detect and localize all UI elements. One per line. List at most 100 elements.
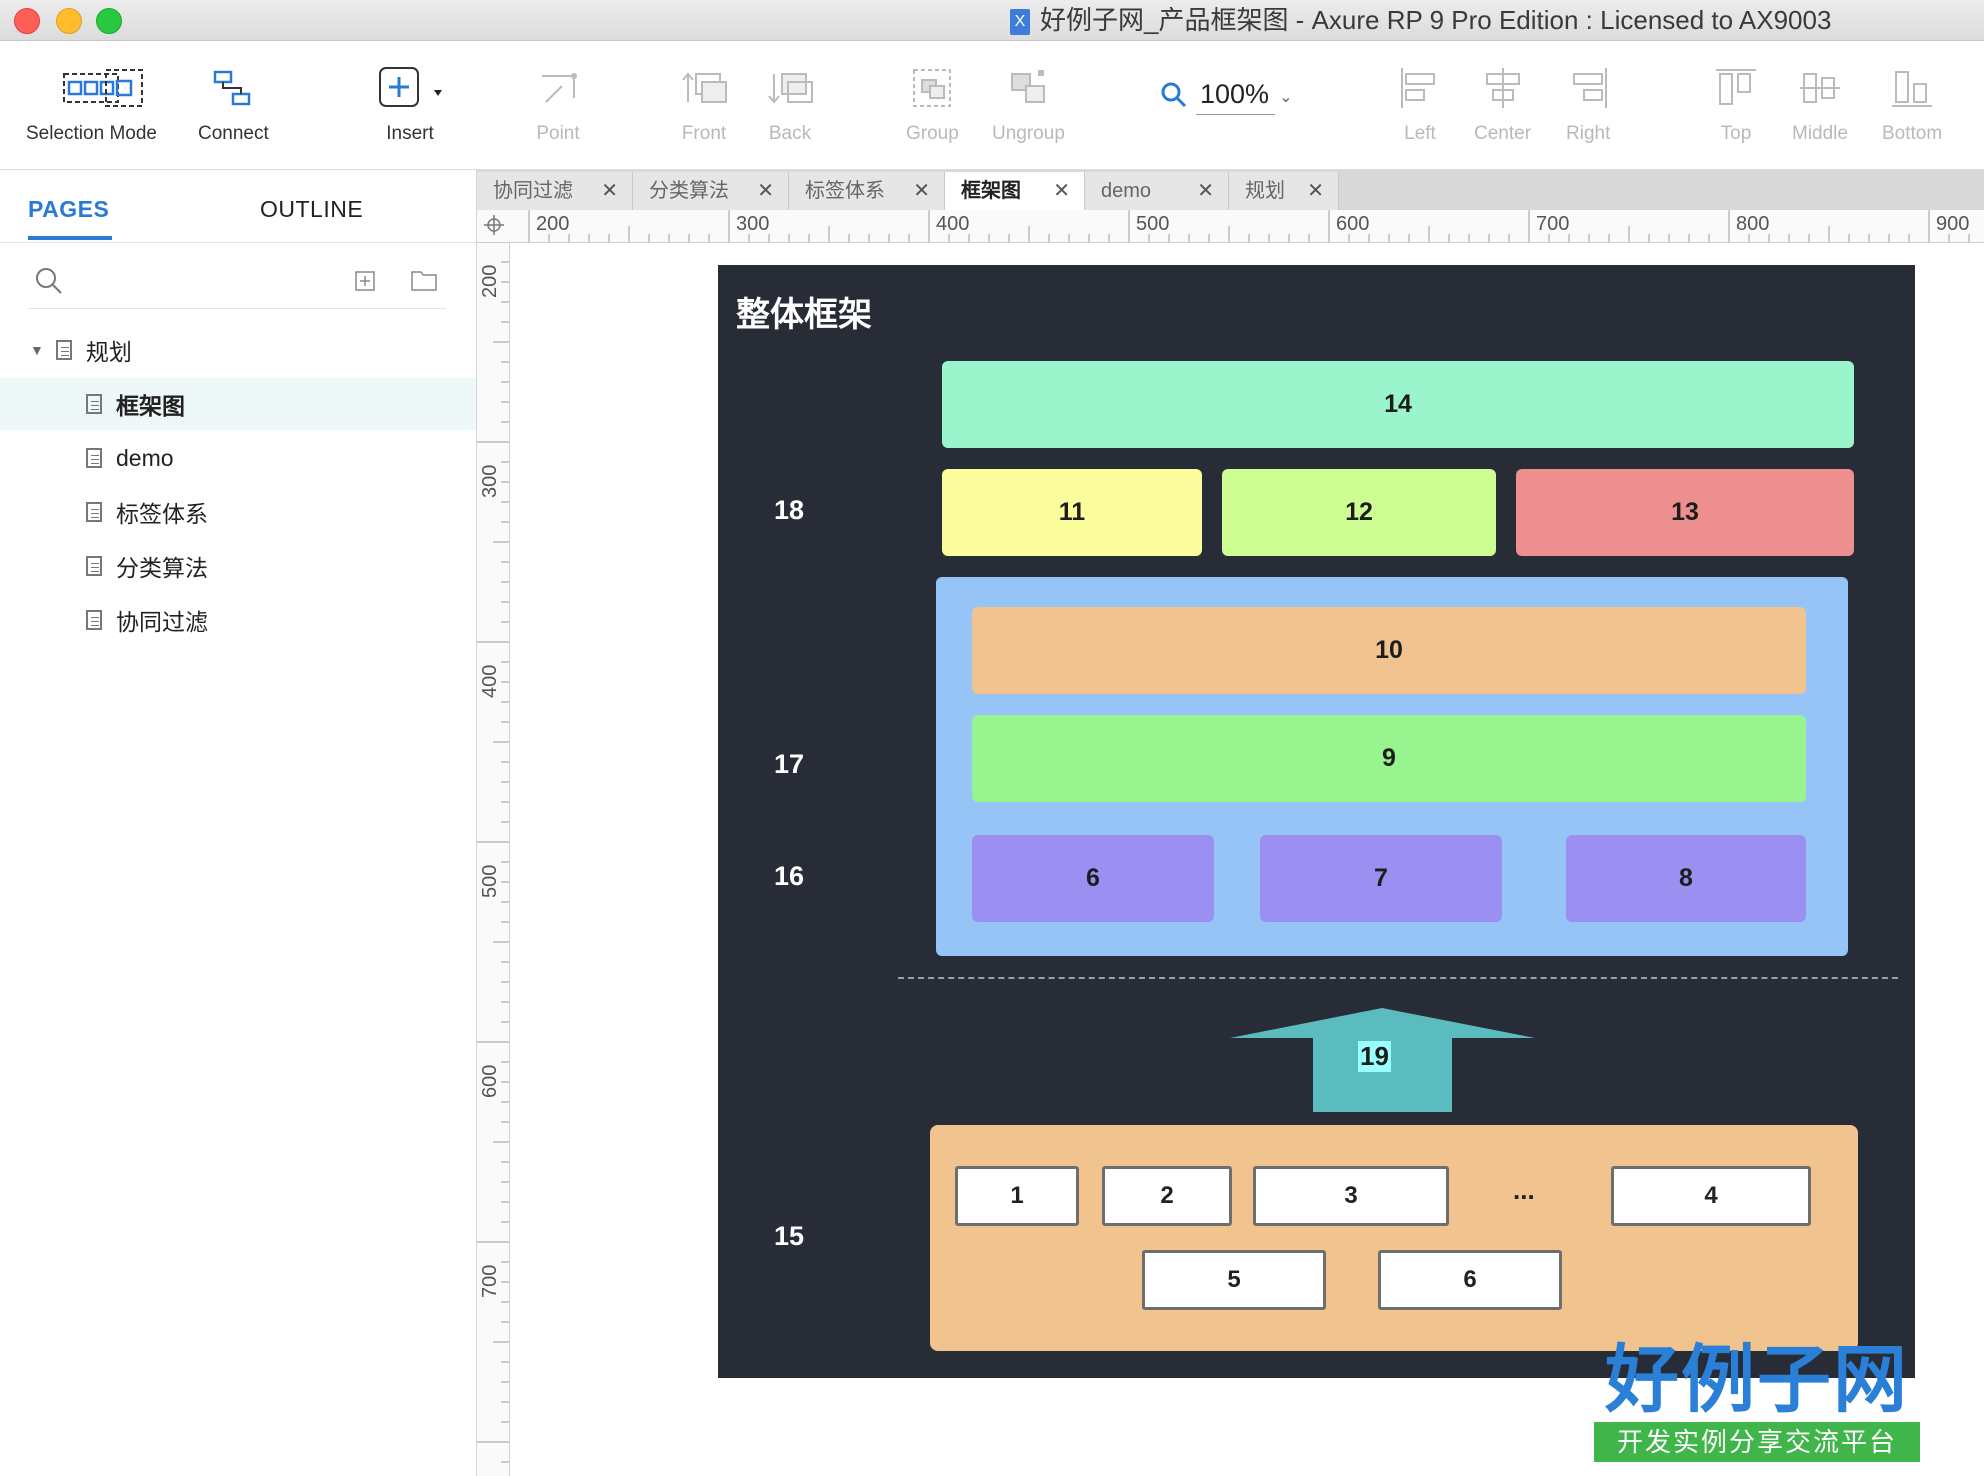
box-14[interactable]: 14 xyxy=(942,361,1854,448)
item-box-4[interactable]: 4 xyxy=(1611,1166,1811,1226)
window-title-text: 好例子网_产品框架图 - Axure RP 9 Pro Edition : Li… xyxy=(1040,5,1832,35)
align-top-button[interactable]: Top xyxy=(1714,59,1758,145)
item-box-1[interactable]: 1 xyxy=(955,1166,1079,1226)
insert-button[interactable]: Insert xyxy=(374,59,446,145)
panel-tabs: PAGES OUTLINE xyxy=(0,170,476,243)
site-logo: 好例子网 开发实例分享交流平台 xyxy=(1594,1338,1920,1470)
box-8[interactable]: 8 xyxy=(1566,835,1806,922)
minimize-window-button[interactable] xyxy=(56,8,82,34)
page-icon xyxy=(86,610,102,630)
ruler-label: 300 xyxy=(736,213,770,235)
box-9[interactable]: 9 xyxy=(972,715,1806,802)
align-bottom-button[interactable]: Bottom xyxy=(1882,59,1942,145)
page-tree-label: 规划 xyxy=(85,339,132,365)
align-middle-icon xyxy=(1792,59,1848,117)
page-tree-item[interactable]: 协同过滤 xyxy=(0,594,476,646)
bring-front-button[interactable]: Front xyxy=(680,59,728,145)
page-tree-item-folder[interactable]: ▼ 规划 xyxy=(0,324,476,376)
align-center-icon xyxy=(1474,59,1531,117)
page-tree-label: demo xyxy=(116,444,174,471)
document-tabs: 协同过滤 ✕ 分类算法 ✕ 标签体系 ✕ 框架图 ✕ demo ✕ 规划 ✕ xyxy=(477,170,1984,210)
close-tab-icon[interactable]: ✕ xyxy=(913,172,930,210)
connect-icon xyxy=(198,59,269,117)
ungroup-button[interactable]: Ungroup xyxy=(992,59,1065,145)
item-box-2[interactable]: 2 xyxy=(1102,1166,1232,1226)
vertical-ruler: 200 300 400 500 600 700 xyxy=(477,242,510,1476)
item-box-6[interactable]: 6 xyxy=(1378,1250,1562,1310)
page-icon xyxy=(86,502,102,522)
search-icon[interactable] xyxy=(34,266,64,301)
tab-page[interactable]: demo ✕ xyxy=(1085,172,1229,210)
box-13[interactable]: 13 xyxy=(1516,469,1854,556)
send-back-button[interactable]: Back xyxy=(766,59,814,145)
selection-contained-icon xyxy=(102,59,146,117)
tab-page[interactable]: 规划 ✕ xyxy=(1229,172,1339,210)
zoom-chevron-down-icon[interactable]: ⌄ xyxy=(1279,87,1292,107)
page-tree-item[interactable]: 分类算法 xyxy=(0,540,476,592)
page-icon xyxy=(86,556,102,576)
page-tree-item[interactable]: 标签体系 xyxy=(0,486,476,538)
tab-page[interactable]: 分类算法 ✕ xyxy=(633,172,789,210)
align-left-icon xyxy=(1398,59,1442,117)
item-box-3[interactable]: 3 xyxy=(1253,1166,1449,1226)
close-tab-icon[interactable]: ✕ xyxy=(1053,172,1070,210)
add-page-icon[interactable] xyxy=(354,270,376,297)
top-label: Top xyxy=(1720,123,1752,144)
align-bottom-icon xyxy=(1882,59,1942,117)
ruler-label: 800 xyxy=(1736,213,1770,235)
selection-mode-label: Selection Mode xyxy=(26,123,157,144)
design-canvas[interactable]: 整体框架 18 17 16 15 14 11 12 13 10 9 6 7 8 … xyxy=(510,243,1984,1476)
align-top-icon xyxy=(1714,59,1758,117)
insert-label: Insert xyxy=(386,123,434,144)
horizontal-ruler: 200 300 400 500 600 700 800 900 xyxy=(477,210,1984,243)
align-right-icon xyxy=(1566,59,1610,117)
page-tree-item[interactable]: demo xyxy=(0,432,476,484)
insert-icon xyxy=(374,59,446,117)
align-left-button[interactable]: Left xyxy=(1398,59,1442,145)
ruler-label: 300 xyxy=(479,464,501,498)
tab-outline[interactable]: OUTLINE xyxy=(260,196,363,223)
tab-label: 协同过滤 xyxy=(493,180,573,202)
close-tab-icon[interactable]: ✕ xyxy=(757,172,774,210)
close-tab-icon[interactable]: ✕ xyxy=(601,172,618,210)
ruler-label: 500 xyxy=(479,864,501,898)
box-11[interactable]: 11 xyxy=(942,469,1202,556)
close-window-button[interactable] xyxy=(14,8,40,34)
box-10[interactable]: 10 xyxy=(972,607,1806,694)
right-label: Right xyxy=(1566,123,1611,144)
container-15[interactable] xyxy=(930,1125,1858,1351)
point-button[interactable]: Point xyxy=(536,59,580,145)
ruler-label: 400 xyxy=(936,213,970,235)
add-folder-icon[interactable] xyxy=(410,268,438,297)
item-box-5[interactable]: 5 xyxy=(1142,1250,1326,1310)
ellipsis-text: ... xyxy=(1513,1175,1535,1205)
connect-button[interactable]: Connect xyxy=(198,59,269,145)
close-tab-icon[interactable]: ✕ xyxy=(1197,172,1214,210)
align-middle-button[interactable]: Middle xyxy=(1792,59,1848,145)
tab-pages[interactable]: PAGES xyxy=(28,196,109,223)
tab-page[interactable]: 协同过滤 ✕ xyxy=(477,172,633,210)
align-right-button[interactable]: Right xyxy=(1566,59,1610,145)
ruler-label: 900 xyxy=(1936,213,1970,235)
align-center-button[interactable]: Center xyxy=(1474,59,1531,145)
ruler-label: 500 xyxy=(1136,213,1170,235)
row-label-16: 16 xyxy=(774,861,805,891)
tab-page[interactable]: 标签体系 ✕ xyxy=(789,172,945,210)
group-button[interactable]: Group xyxy=(906,59,959,145)
tab-page-active[interactable]: 框架图 ✕ xyxy=(945,172,1085,210)
diagram-title: 整体框架 xyxy=(736,296,872,334)
close-tab-icon[interactable]: ✕ xyxy=(1307,172,1324,210)
caret-down-icon[interactable]: ▼ xyxy=(30,342,44,358)
box-7[interactable]: 7 xyxy=(1260,835,1502,922)
zoom-value[interactable]: 100% xyxy=(1196,79,1276,115)
framework-diagram[interactable]: 整体框架 18 17 16 15 14 11 12 13 10 9 6 7 8 … xyxy=(718,265,1915,1378)
ruler-label: 700 xyxy=(1536,213,1570,235)
box-12[interactable]: 12 xyxy=(1222,469,1496,556)
zoom-control[interactable]: 100% ⌄ xyxy=(1160,79,1292,115)
title-bar: X 好例子网_产品框架图 - Axure RP 9 Pro Edition : L… xyxy=(0,0,1984,41)
selection-contained-button[interactable] xyxy=(102,59,146,117)
box-6[interactable]: 6 xyxy=(972,835,1214,922)
zoom-window-button[interactable] xyxy=(96,8,122,34)
page-tree-item-selected[interactable]: 框架图 xyxy=(0,378,476,430)
ruler-label: 700 xyxy=(479,1264,501,1298)
